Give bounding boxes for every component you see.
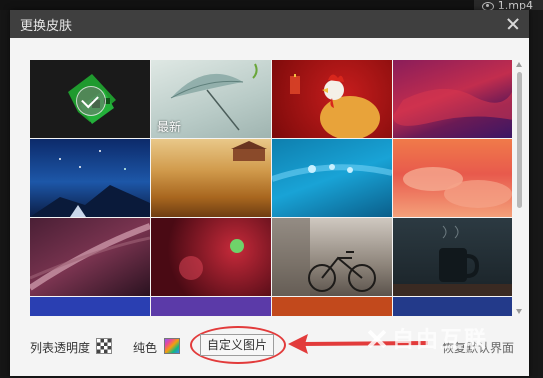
app-left-edge (0, 10, 10, 378)
skin-thumb-pink-clouds[interactable] (393, 139, 512, 217)
skin-thumb-red-abstract[interactable] (393, 60, 512, 138)
skin-grid: 最新 (30, 60, 512, 316)
skin-thumb-water-drops[interactable] (272, 139, 392, 217)
skin-thumb-coffee-cup[interactable] (393, 218, 512, 296)
skin-thumb-purple-partial[interactable] (151, 297, 271, 316)
skin-thumb-umbrella[interactable]: 最新 (151, 60, 271, 138)
skin-thumb-leaf-closeup[interactable] (30, 218, 150, 296)
skin-thumb-night-sky[interactable] (30, 139, 150, 217)
restore-default-link[interactable]: 恢复默认界面 (442, 339, 514, 356)
color-swatch-icon[interactable] (164, 338, 180, 354)
list-opacity-label: 列表透明度 (30, 341, 91, 355)
solid-color-label: 纯色 (133, 341, 158, 355)
selected-check-icon (76, 86, 106, 116)
app-right-edge (529, 10, 543, 378)
skin-thumb-red-bokeh[interactable] (151, 218, 271, 296)
abstract-wave-art (393, 88, 512, 126)
dialog-title: 更换皮肤 (20, 18, 73, 34)
skin-grid-scrollbar[interactable] (514, 60, 524, 316)
dialog-titlebar[interactable]: 更换皮肤 (10, 10, 529, 38)
skin-thumb-green-film[interactable] (30, 60, 150, 138)
skin-dialog: 更换皮肤 最新 列表透明度 纯色 自定义图片 恢复默认界面 (10, 10, 529, 376)
close-icon[interactable] (505, 16, 521, 32)
checkerboard-icon[interactable] (96, 338, 112, 354)
skin-thumb-bicycle[interactable] (272, 218, 392, 296)
clouds-art (403, 167, 512, 208)
newest-tag: 最新 (157, 120, 182, 134)
skin-thumb-orange-partial[interactable] (272, 297, 392, 316)
annotation-arrow (288, 334, 428, 354)
scroll-up-icon[interactable] (516, 62, 522, 67)
scroll-down-icon[interactable] (516, 309, 522, 314)
skin-thumb-dark-blue-partial[interactable] (393, 297, 512, 316)
bicycle-art (272, 218, 376, 296)
dialog-footer: 列表透明度 纯色 自定义图片 恢复默认界面 (10, 320, 529, 370)
scroll-thumb[interactable] (517, 72, 522, 208)
skin-thumb-rooster[interactable] (272, 60, 392, 138)
skin-thumb-blue-partial[interactable] (30, 297, 150, 316)
app-top-bar (0, 0, 543, 10)
skin-thumb-wheat-field[interactable] (151, 139, 271, 217)
skin-grid-viewport: 最新 (30, 60, 512, 316)
night-sky-art (30, 150, 150, 217)
leaf-art (30, 223, 150, 291)
wheat-field-art (231, 141, 267, 161)
custom-image-button[interactable]: 自定义图片 (200, 334, 275, 356)
rooster-art (290, 74, 380, 138)
bokeh-art (179, 239, 244, 280)
water-drops-art (272, 164, 392, 182)
coffee-cup-art (393, 225, 512, 296)
